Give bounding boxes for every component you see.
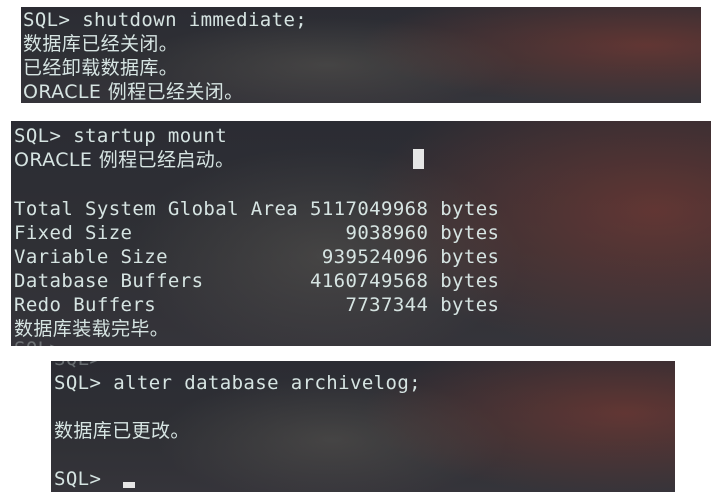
terminal-line-command: SQL> shutdown immediate; <box>23 9 308 31</box>
terminal-panel-archivelog: SQL> SQL> alter database archivelog; 数据库… <box>51 361 675 492</box>
terminal-cursor <box>413 149 424 169</box>
sga-redo-buffers-line: Redo Buffers 7737344 bytes <box>14 294 500 316</box>
terminal-line-output: 数据库已更改。 <box>54 420 190 442</box>
sga-total-line: Total System Global Area 5117049968 byte… <box>14 198 500 220</box>
terminal-line-output: ORACLE 例程已经启动。 <box>14 149 235 171</box>
terminal-line-cut: SQL> <box>54 361 101 371</box>
terminal-panel-startup: SQL> startup mount ORACLE 例程已经启动。 Total … <box>11 121 711 346</box>
terminal-line-output: ORACLE 例程已经关闭。 <box>23 81 244 103</box>
terminal-cursor <box>123 482 136 488</box>
terminal-panel-shutdown: SQL> shutdown immediate; 数据库已经关闭。 已经卸载数据… <box>21 7 701 103</box>
sga-database-buffers-line: Database Buffers 4160749568 bytes <box>14 270 500 292</box>
sga-variable-size-line: Variable Size 939524096 bytes <box>14 246 500 268</box>
terminal-line-output: 数据库已经关闭。 <box>23 33 179 55</box>
prompt-text: SQL> <box>54 468 114 490</box>
terminal-line-command: SQL> alter database archivelog; <box>54 372 422 394</box>
terminal-line-command: SQL> startup mount <box>14 125 228 147</box>
terminal-line-cut: SQL> <box>14 337 61 346</box>
sga-fixed-size-line: Fixed Size 9038960 bytes <box>14 222 500 244</box>
terminal-line-output: 已经卸载数据库。 <box>23 57 179 79</box>
terminal-prompt[interactable]: SQL> <box>54 467 136 491</box>
